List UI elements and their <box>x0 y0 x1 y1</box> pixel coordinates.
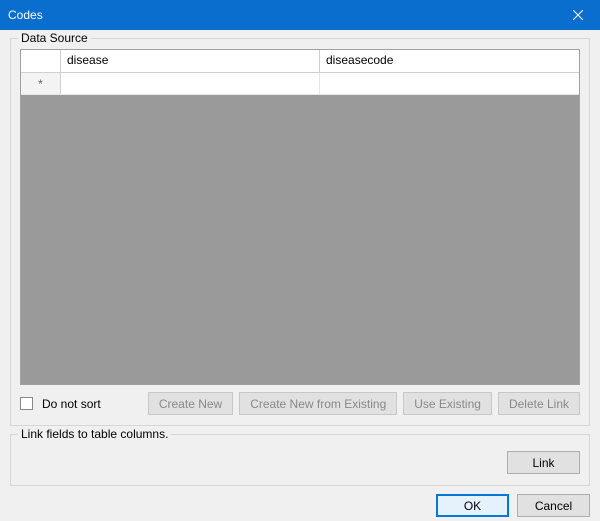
new-row-indicator[interactable]: * <box>21 73 61 94</box>
do-not-sort-checkbox[interactable] <box>20 397 33 410</box>
use-existing-button[interactable]: Use Existing <box>403 392 492 415</box>
link-button[interactable]: Link <box>507 451 580 474</box>
column-header-diseasecode[interactable]: diseasecode <box>320 50 579 72</box>
group-controls-row: Do not sort Create New Create New from E… <box>20 392 580 415</box>
close-button[interactable] <box>555 0 600 30</box>
ok-button[interactable]: OK <box>436 494 509 517</box>
do-not-sort-label: Do not sort <box>42 397 101 411</box>
link-fields-legend: Link fields to table columns. <box>18 427 171 441</box>
table-row[interactable]: * <box>21 73 579 95</box>
data-source-legend: Data Source <box>18 31 91 45</box>
window-title: Codes <box>8 8 43 22</box>
cell-disease[interactable] <box>61 73 320 94</box>
cell-diseasecode[interactable] <box>320 73 579 94</box>
row-selector-header[interactable] <box>21 50 61 72</box>
create-new-button[interactable]: Create New <box>148 392 233 415</box>
dialog-button-row: OK Cancel <box>10 494 590 517</box>
create-new-from-existing-button[interactable]: Create New from Existing <box>239 392 397 415</box>
title-bar: Codes <box>0 0 600 30</box>
close-icon <box>573 10 583 20</box>
data-source-group: Data Source disease diseasecode * Do not… <box>10 38 590 426</box>
data-grid[interactable]: disease diseasecode * <box>20 49 580 385</box>
client-area: Data Source disease diseasecode * Do not… <box>0 30 600 521</box>
link-fields-group: Link fields to table columns. Link <box>10 434 590 486</box>
column-header-disease[interactable]: disease <box>61 50 320 72</box>
delete-link-button[interactable]: Delete Link <box>498 392 580 415</box>
grid-header-row: disease diseasecode <box>21 50 579 73</box>
cancel-button[interactable]: Cancel <box>517 494 590 517</box>
